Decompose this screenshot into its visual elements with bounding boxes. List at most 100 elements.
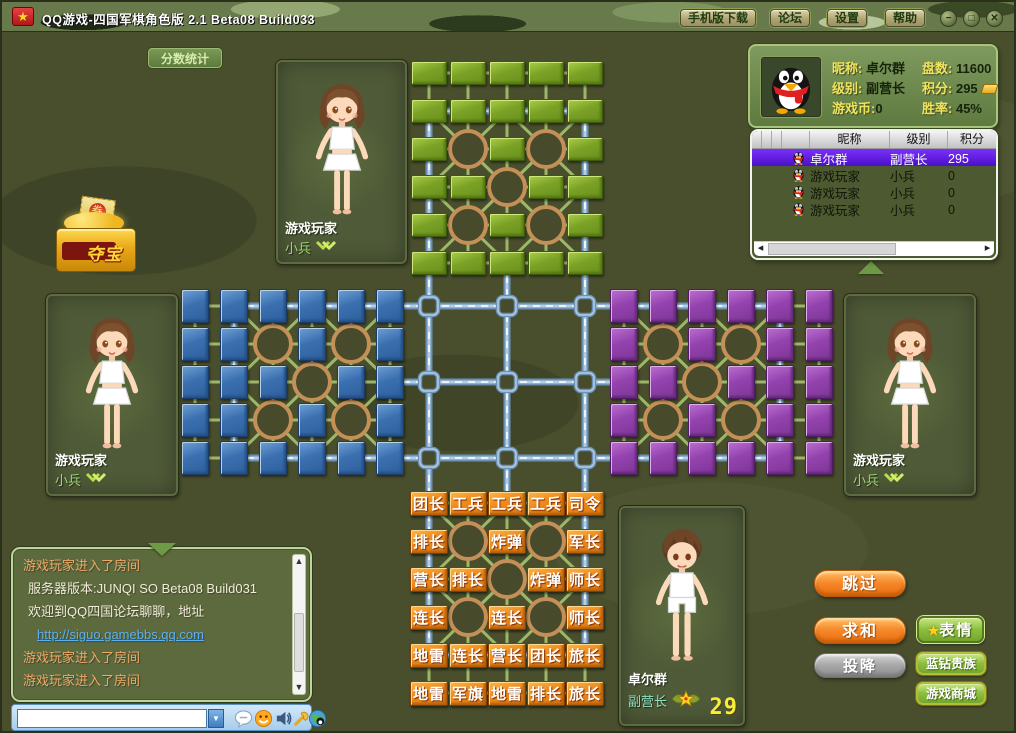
- board-tile-top[interactable]: [528, 99, 564, 123]
- board-tile-top[interactable]: [567, 251, 603, 275]
- railway-junction[interactable]: [498, 297, 516, 315]
- board-tile-top[interactable]: [528, 251, 564, 275]
- board-tile-top[interactable]: [528, 175, 564, 199]
- camp-circle[interactable]: [333, 402, 369, 438]
- board-tile-top[interactable]: [411, 61, 447, 85]
- camp-circle[interactable]: [528, 207, 564, 243]
- scroll-up-icon[interactable]: ▲: [293, 555, 305, 568]
- board-tile-right[interactable]: [649, 365, 677, 399]
- camp-circle[interactable]: [645, 326, 681, 362]
- chat-scrollbar[interactable]: ▲ ▼: [292, 554, 306, 695]
- junqi-piece[interactable]: 司令: [566, 491, 604, 516]
- blue-diamond-button[interactable]: 蓝钻贵族: [916, 652, 986, 675]
- board-tile-left[interactable]: [337, 441, 365, 475]
- board-tile-top[interactable]: [450, 251, 486, 275]
- board-tile-top[interactable]: [450, 61, 486, 85]
- camp-circle[interactable]: [528, 523, 564, 559]
- camp-circle[interactable]: [723, 326, 759, 362]
- railway-junction[interactable]: [420, 373, 438, 391]
- board-tile-left[interactable]: [337, 365, 365, 399]
- board-tile-top[interactable]: [411, 213, 447, 237]
- board-tile-right[interactable]: [766, 365, 794, 399]
- board-tile-right[interactable]: [766, 403, 794, 437]
- chat-collapse-down-icon[interactable]: [148, 543, 176, 556]
- board-tile-top[interactable]: [411, 99, 447, 123]
- camp-circle[interactable]: [294, 364, 330, 400]
- board-tile-left[interactable]: [298, 441, 326, 475]
- board-tile-right[interactable]: [766, 327, 794, 361]
- railway-junction[interactable]: [498, 373, 516, 391]
- player-table-row[interactable]: 卓尔群副营长295: [752, 149, 996, 166]
- camp-circle[interactable]: [489, 561, 525, 597]
- board-tile-left[interactable]: [298, 327, 326, 361]
- board-tile-right[interactable]: [610, 403, 638, 437]
- board-tile-top[interactable]: [489, 99, 525, 123]
- board-tile-right[interactable]: [610, 289, 638, 323]
- board-tile-left[interactable]: [337, 289, 365, 323]
- board-tile-left[interactable]: [376, 403, 404, 437]
- junqi-piece[interactable]: 连长: [488, 605, 526, 630]
- scroll-right-icon[interactable]: ▸: [981, 242, 994, 256]
- horizontal-scrollbar[interactable]: ◂ ▸: [754, 241, 994, 256]
- scrollbar-thumb[interactable]: [768, 243, 896, 255]
- camp-circle[interactable]: [450, 207, 486, 243]
- board-tile-top[interactable]: [567, 175, 603, 199]
- board-tile-right[interactable]: [649, 441, 677, 475]
- chat-bubble-icon[interactable]: [234, 709, 253, 728]
- railway-junction[interactable]: [420, 449, 438, 467]
- junqi-piece[interactable]: 地雷: [410, 681, 448, 706]
- camp-circle[interactable]: [255, 402, 291, 438]
- junqi-piece[interactable]: 连长: [449, 643, 487, 668]
- board-tile-right[interactable]: [649, 289, 677, 323]
- board-tile-right[interactable]: [610, 365, 638, 399]
- board-tile-left[interactable]: [376, 327, 404, 361]
- chat-dropdown-icon[interactable]: ▼: [208, 709, 224, 728]
- camp-circle[interactable]: [489, 169, 525, 205]
- board-tile-right[interactable]: [688, 403, 716, 437]
- board-tile-right[interactable]: [688, 289, 716, 323]
- board-tile-left[interactable]: [220, 365, 248, 399]
- junqi-piece[interactable]: 旅长: [566, 643, 604, 668]
- board-tile-top[interactable]: [567, 137, 603, 161]
- board-tile-left[interactable]: [220, 441, 248, 475]
- junqi-piece[interactable]: 团长: [410, 491, 448, 516]
- junqi-piece[interactable]: 炸弹: [488, 529, 526, 554]
- emote-button[interactable]: ★表情: [917, 616, 984, 643]
- board-tile-right[interactable]: [688, 327, 716, 361]
- junqi-piece[interactable]: 工兵: [449, 491, 487, 516]
- scroll-down-icon[interactable]: ▼: [293, 681, 305, 694]
- board-tile-right[interactable]: [610, 441, 638, 475]
- board-tile-left[interactable]: [181, 403, 209, 437]
- junqi-piece[interactable]: 排长: [449, 567, 487, 592]
- camp-circle[interactable]: [684, 364, 720, 400]
- qq-world-icon[interactable]: [308, 709, 327, 728]
- camp-circle[interactable]: [645, 402, 681, 438]
- junqi-piece[interactable]: 师长: [566, 605, 604, 630]
- railway-junction[interactable]: [498, 449, 516, 467]
- board-tile-top[interactable]: [450, 99, 486, 123]
- board-tile-left[interactable]: [298, 289, 326, 323]
- chat-link[interactable]: http://siguo.gamebbs.qq.com: [23, 623, 286, 646]
- camp-circle[interactable]: [723, 402, 759, 438]
- railway-junction[interactable]: [576, 373, 594, 391]
- railway-junction[interactable]: [576, 449, 594, 467]
- board-tile-right[interactable]: [766, 441, 794, 475]
- board-tile-top[interactable]: [489, 137, 525, 161]
- board-tile-top[interactable]: [489, 251, 525, 275]
- junqi-piece[interactable]: 地雷: [488, 681, 526, 706]
- junqi-piece[interactable]: 旅长: [566, 681, 604, 706]
- junqi-piece[interactable]: 营长: [410, 567, 448, 592]
- board-tile-left[interactable]: [220, 289, 248, 323]
- board-tile-top[interactable]: [567, 213, 603, 237]
- junqi-piece[interactable]: 师长: [566, 567, 604, 592]
- junqi-piece[interactable]: 炸弹: [527, 567, 565, 592]
- board-tile-right[interactable]: [766, 289, 794, 323]
- board-tile-right[interactable]: [688, 441, 716, 475]
- board-tile-right[interactable]: [805, 365, 833, 399]
- junqi-piece[interactable]: 军旗: [449, 681, 487, 706]
- draw-request-button[interactable]: 求和: [814, 617, 906, 644]
- board-tile-left[interactable]: [259, 441, 287, 475]
- board-tile-top[interactable]: [489, 61, 525, 85]
- board-tile-left[interactable]: [220, 403, 248, 437]
- board-tile-top[interactable]: [411, 137, 447, 161]
